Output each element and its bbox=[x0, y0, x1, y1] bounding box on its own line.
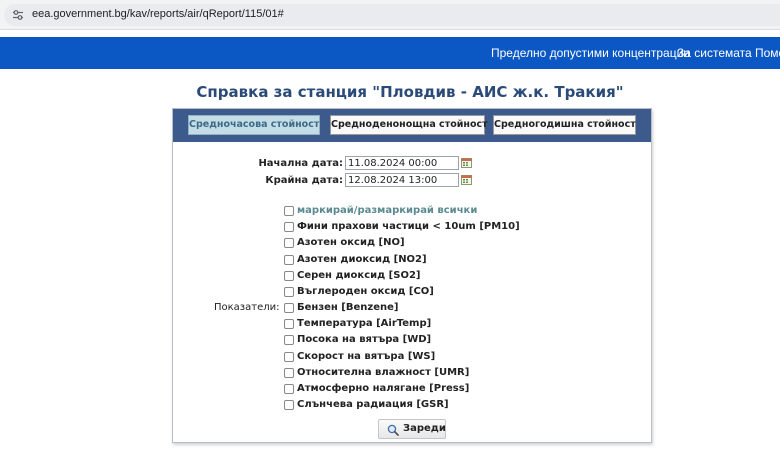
indicator-label[interactable]: Азотен оксид [NO] bbox=[297, 237, 405, 248]
indicator-checkbox-no2[interactable] bbox=[284, 255, 294, 265]
report-panel: Средночасова стойност Средноденонощна ст… bbox=[172, 108, 652, 443]
indicators-label: Показатели: bbox=[214, 302, 280, 313]
calendar-icon[interactable] bbox=[461, 174, 472, 185]
period-tabs: Средночасова стойност Средноденонощна ст… bbox=[173, 109, 651, 142]
start-date-label: Начална дата: bbox=[258, 158, 343, 169]
url-field[interactable]: eea.government.bg/kav/reports/air/qRepor… bbox=[4, 4, 780, 26]
indicator-checkbox-ws[interactable] bbox=[284, 352, 294, 362]
search-icon bbox=[387, 424, 399, 436]
end-date-input[interactable] bbox=[345, 173, 459, 187]
nav-item-about-system[interactable]: За системата bbox=[677, 46, 752, 60]
start-date-input[interactable] bbox=[345, 156, 459, 170]
indicator-label[interactable]: Фини прахови частици < 10um [PM10] bbox=[297, 221, 520, 232]
indicator-checkbox-benzene[interactable] bbox=[284, 303, 294, 313]
indicator-label[interactable]: Бензен [Benzene] bbox=[297, 302, 398, 313]
nav-item-limit-values[interactable]: Пределно допустими концентрации bbox=[491, 46, 690, 60]
indicator-checkbox-co[interactable] bbox=[284, 287, 294, 297]
indicator-checkbox-airtemp[interactable] bbox=[284, 319, 294, 329]
indicator-label[interactable]: Скорост на вятъра [WS] bbox=[297, 351, 435, 362]
load-button-label: Зареди bbox=[403, 423, 446, 434]
indicator-checkbox-wd[interactable] bbox=[284, 335, 294, 345]
page-title: Справка за станция "Пловдив - АИС ж.к. Т… bbox=[196, 83, 624, 101]
toggle-all-checkbox[interactable] bbox=[284, 206, 294, 216]
indicator-label[interactable]: Относителна влажност [UMR] bbox=[297, 367, 469, 378]
tab-yearly-average[interactable]: Средногодишна стойност bbox=[493, 115, 636, 135]
toggle-all-link[interactable]: маркирай/размаркирай всички bbox=[297, 205, 477, 216]
tab-daily-average[interactable]: Средноденонощна стойност bbox=[330, 115, 488, 135]
indicator-checkbox-press[interactable] bbox=[284, 384, 294, 394]
tab-hourly-average[interactable]: Средночасова стойност bbox=[188, 115, 320, 135]
indicator-label[interactable]: Въглероден оксид [CO] bbox=[297, 286, 434, 297]
nav-item-help[interactable]: Помо bbox=[755, 46, 780, 60]
indicator-label[interactable]: Слънчева радиация [GSR] bbox=[297, 399, 449, 410]
indicator-label[interactable]: Атмосферно налягане [Press] bbox=[297, 383, 469, 394]
url-text: eea.government.bg/kav/reports/air/qRepor… bbox=[32, 8, 284, 20]
indicator-checkbox-no[interactable] bbox=[284, 238, 294, 248]
browser-address-bar: eea.government.bg/kav/reports/air/qRepor… bbox=[0, 0, 780, 30]
indicator-checkbox-gsr[interactable] bbox=[284, 400, 294, 410]
load-button[interactable]: Зареди bbox=[378, 419, 446, 439]
indicator-checkbox-so2[interactable] bbox=[284, 271, 294, 281]
main-navbar: Пределно допустими концентрации За систе… bbox=[0, 37, 780, 69]
indicator-label[interactable]: Посока на вятъра [WD] bbox=[297, 334, 431, 345]
tune-icon[interactable] bbox=[12, 9, 24, 21]
indicator-label[interactable]: Азотен диоксид [NO2] bbox=[297, 254, 427, 265]
indicator-label[interactable]: Температура [AirTemp] bbox=[297, 318, 431, 329]
indicator-label[interactable]: Серен диоксид [SO2] bbox=[297, 270, 421, 281]
indicator-checkbox-umr[interactable] bbox=[284, 368, 294, 378]
end-date-label: Крайна дата: bbox=[265, 175, 343, 186]
indicator-checkbox-pm10[interactable] bbox=[284, 222, 294, 232]
calendar-icon[interactable] bbox=[461, 157, 472, 168]
